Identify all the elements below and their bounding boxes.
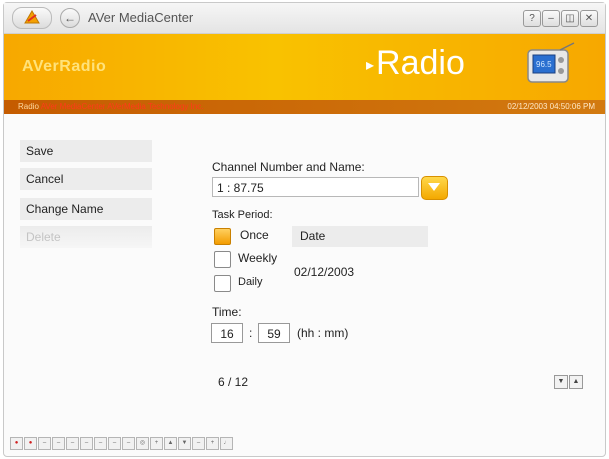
weekly-checkbox[interactable] [214,251,231,268]
once-checkbox[interactable] [214,228,231,245]
page-title: ▸Radio [366,44,465,83]
page-up-button[interactable]: ▲ [569,375,583,389]
stop-record-button[interactable]: ● [24,437,37,450]
product-info-prefix: Radio [18,102,39,111]
back-button[interactable]: ← [60,8,80,28]
channel-label: Channel Number and Name: [212,160,365,174]
volume-down-button[interactable]: – [192,437,205,450]
audio-button[interactable]: ♩ [220,437,233,450]
time-label: Time: [212,305,242,319]
zoom-in-button[interactable]: + [206,437,219,450]
app-window: ← AVer MediaCenter ? – ◫ ✕ AVerRadio ▸Ra… [3,2,606,457]
svg-text:96.5: 96.5 [536,60,552,69]
channel-dropdown-button[interactable] [421,176,448,200]
control-button[interactable]: – [38,437,51,450]
restore-button[interactable]: ◫ [561,10,579,27]
app-title: AVer MediaCenter [88,10,194,25]
banner-brand: AVerRadio [22,58,107,75]
radio-banner: AVerRadio ▸Radio 96.5 [4,34,605,100]
mute-button[interactable]: ◎ [136,437,149,450]
page-title-text: Radio [376,44,465,82]
control-button[interactable]: – [80,437,93,450]
app-logo-button[interactable] [12,7,52,29]
channel-up-button[interactable]: ▲ [164,437,177,450]
current-datetime: 02/12/2003 04:50:06 PM [507,102,595,111]
title-bar: ← AVer MediaCenter ? – ◫ ✕ [4,3,605,34]
hour-input[interactable]: 16 [211,323,243,343]
arrow-down-icon: ▼ [557,378,565,385]
control-button[interactable]: – [108,437,121,450]
back-arrow-icon: ← [64,11,76,25]
playback-control-strip: ● ● – – – – – – – ◎ + ▲ ▼ – + ♩ [10,437,233,450]
save-button[interactable]: Save [20,140,152,162]
control-button[interactable]: – [122,437,135,450]
status-subbar: Radio AVer MediaCenter AVerMedia Technol… [4,100,605,114]
volume-up-button[interactable]: + [150,437,163,450]
arrow-up-icon: ▲ [572,378,580,385]
title-arrow-icon: ▸ [366,57,375,75]
date-header: Date [292,226,428,247]
close-button[interactable]: ✕ [580,10,598,27]
control-button[interactable]: – [66,437,79,450]
help-button[interactable]: ? [523,10,541,27]
chevron-down-icon [428,183,440,191]
record-button[interactable]: ● [10,437,23,450]
minimize-button[interactable]: – [542,10,560,27]
product-info: Radio AVer MediaCenter AVerMedia Technol… [18,100,203,114]
cancel-button[interactable]: Cancel [20,168,152,190]
daily-checkbox[interactable] [214,275,231,292]
change-name-button[interactable]: Change Name [20,198,152,220]
date-value[interactable]: 02/12/2003 [294,265,354,279]
time-separator: : [249,326,253,340]
product-info-highlight: AVer MediaCenter AVerMedia Technology In… [40,102,204,111]
task-period-label: Task Period: [212,209,273,221]
delete-button[interactable]: Delete [20,226,152,248]
channel-down-button[interactable]: ▼ [178,437,191,450]
minute-input[interactable]: 59 [258,323,290,343]
control-button[interactable]: – [94,437,107,450]
channel-select[interactable]: 1 : 87.75 [212,177,419,197]
time-format-hint: (hh : mm) [297,326,349,340]
weekly-label: Weekly [238,251,278,265]
control-button[interactable]: – [52,437,65,450]
page-down-button[interactable]: ▼ [554,375,568,389]
page-indicator: 6 / 12 [218,375,249,389]
radio-device-icon: 96.5 [527,42,575,83]
daily-label: Daily [238,276,263,288]
aver-logo-icon [24,10,40,24]
once-label: Once [240,228,269,242]
